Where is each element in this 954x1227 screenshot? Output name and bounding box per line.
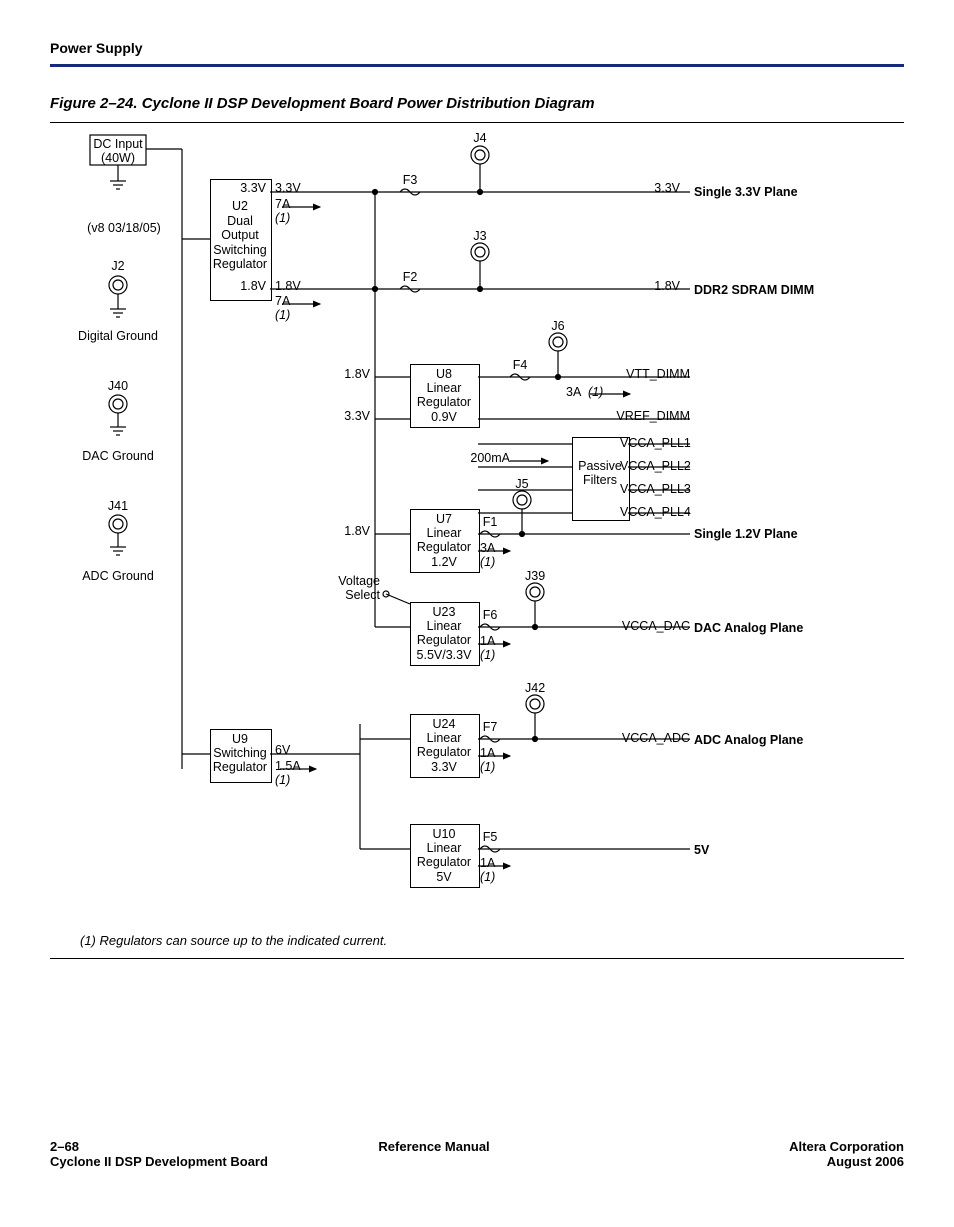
f5-label: F5 bbox=[478, 830, 502, 844]
f6-label: F6 bbox=[478, 608, 502, 622]
u10-1a: 1A bbox=[480, 856, 495, 870]
vtt-3a: 3A bbox=[566, 385, 581, 399]
f7-label: F7 bbox=[478, 720, 502, 734]
dac-analog-plane: DAC Analog Plane bbox=[694, 621, 803, 635]
u2-18v-left: 1.8V bbox=[212, 279, 266, 293]
passive-filters-label: Passive Filters bbox=[574, 459, 626, 488]
u24-desc: Linear Regulator 3.3V bbox=[412, 731, 476, 774]
j2-label: J2 bbox=[100, 259, 136, 273]
5v-output: 5V bbox=[694, 843, 709, 857]
u2-33v-left: 3.3V bbox=[212, 181, 266, 195]
u23-1a: 1A bbox=[480, 634, 495, 648]
single-12v-plane: Single 1.2V Plane bbox=[694, 527, 798, 541]
vref-dimm: VREF_DIMM bbox=[610, 409, 690, 423]
tap-18v-u8: 1.8V bbox=[330, 367, 370, 381]
tap-33v-u8: 3.3V bbox=[330, 409, 370, 423]
u7-desc: Linear Regulator 1.2V bbox=[412, 526, 476, 569]
u24-1a: 1A bbox=[480, 746, 495, 760]
u9-1.5a: 1.5A bbox=[275, 759, 301, 773]
vtt-dimm: VTT_DIMM bbox=[620, 367, 690, 381]
j3-label: J3 bbox=[470, 229, 490, 243]
u10-note: (1) bbox=[480, 870, 495, 884]
single-33v-plane: Single 3.3V Plane bbox=[694, 185, 798, 199]
u2-name: U2 bbox=[212, 199, 268, 213]
j5-label: J5 bbox=[512, 477, 532, 491]
u10-desc: Linear Regulator 5V bbox=[412, 841, 476, 884]
j41-label: J41 bbox=[100, 499, 136, 513]
footer-right2: August 2006 bbox=[827, 1154, 904, 1169]
u24-name: U24 bbox=[412, 717, 476, 731]
figure-caption: Figure 2–24. Cyclone II DSP Development … bbox=[50, 95, 904, 112]
power-diagram: DC Input (40W) (v8 03/18/05) J2 Digital … bbox=[80, 129, 840, 919]
f1-label: F1 bbox=[478, 515, 502, 529]
u2-33v-right: 3.3V bbox=[275, 181, 301, 195]
amp7a-1: 7A bbox=[275, 197, 290, 211]
u23-name: U23 bbox=[412, 605, 476, 619]
u2-18v-right: 1.8V bbox=[275, 279, 301, 293]
vcca-dac: VCCA_DAC bbox=[610, 619, 690, 633]
vcca-pll3: VCCA_PLL3 bbox=[620, 482, 690, 496]
version-label: (v8 03/18/05) bbox=[80, 221, 168, 235]
digital-ground-label: Digital Ground bbox=[72, 329, 164, 343]
u8-name: U8 bbox=[412, 367, 476, 381]
note-7a2: (1) bbox=[275, 308, 290, 322]
tap-18v-u7: 1.8V bbox=[330, 524, 370, 538]
header-rule bbox=[50, 64, 904, 67]
vtt-3a-note: (1) bbox=[588, 385, 603, 399]
footer-left2: Cyclone II DSP Development Board bbox=[50, 1154, 268, 1169]
vcca-pll4: VCCA_PLL4 bbox=[620, 505, 690, 519]
vcca-pll1: VCCA_PLL1 bbox=[620, 436, 690, 450]
u24-note: (1) bbox=[480, 760, 495, 774]
u9-name: U9 bbox=[212, 732, 268, 746]
section-header: Power Supply bbox=[50, 40, 904, 56]
rail-33v-end: 3.3V bbox=[620, 181, 680, 195]
u23-note: (1) bbox=[480, 648, 495, 662]
figure-top-rule bbox=[50, 122, 904, 123]
f2-label: F2 bbox=[398, 270, 422, 284]
f4-label: F4 bbox=[508, 358, 532, 372]
u23-desc: Linear Regulator 5.5V/3.3V bbox=[406, 619, 482, 662]
dac-ground-label: DAC Ground bbox=[72, 449, 164, 463]
footnote: (1) Regulators can source up to the indi… bbox=[80, 933, 904, 948]
voltage-select-label: Voltage Select bbox=[318, 574, 380, 603]
j4-label: J4 bbox=[470, 131, 490, 145]
u7-3a: 3A bbox=[480, 541, 495, 555]
j39-label: J39 bbox=[525, 569, 545, 583]
note-7a1: (1) bbox=[275, 211, 290, 225]
u8-200ma: 200mA bbox=[460, 451, 510, 465]
j42-label: J42 bbox=[525, 681, 545, 695]
page-footer: 2–68 Reference Manual Altera Corporation… bbox=[50, 1139, 904, 1169]
u9-6v: 6V bbox=[275, 743, 290, 757]
ddr2-dimm: DDR2 SDRAM DIMM bbox=[694, 283, 814, 297]
rail-18v-end: 1.8V bbox=[620, 279, 680, 293]
footer-page: 2–68 bbox=[50, 1139, 79, 1154]
vcca-pll2: VCCA_PLL2 bbox=[620, 459, 690, 473]
j40-label: J40 bbox=[100, 379, 136, 393]
amp7a-2: 7A bbox=[275, 294, 290, 308]
figure-bottom-rule bbox=[50, 958, 904, 959]
u8-desc: Linear Regulator 0.9V bbox=[412, 381, 476, 424]
u7-note: (1) bbox=[480, 555, 495, 569]
dc-input-label: DC Input (40W) bbox=[92, 137, 144, 166]
u7-name: U7 bbox=[412, 512, 476, 526]
adc-analog-plane: ADC Analog Plane bbox=[694, 733, 803, 747]
j6-label: J6 bbox=[548, 319, 568, 333]
footer-right1: Altera Corporation bbox=[789, 1139, 904, 1154]
u9-desc: Switching Regulator bbox=[208, 746, 272, 775]
footer-center: Reference Manual bbox=[378, 1139, 489, 1154]
u9-note: (1) bbox=[275, 773, 290, 787]
vcca-adc: VCCA_ADC bbox=[610, 731, 690, 745]
u10-name: U10 bbox=[412, 827, 476, 841]
u2-desc: Dual Output Switching Regulator bbox=[208, 214, 272, 272]
adc-ground-label: ADC Ground bbox=[72, 569, 164, 583]
f3-label: F3 bbox=[398, 173, 422, 187]
